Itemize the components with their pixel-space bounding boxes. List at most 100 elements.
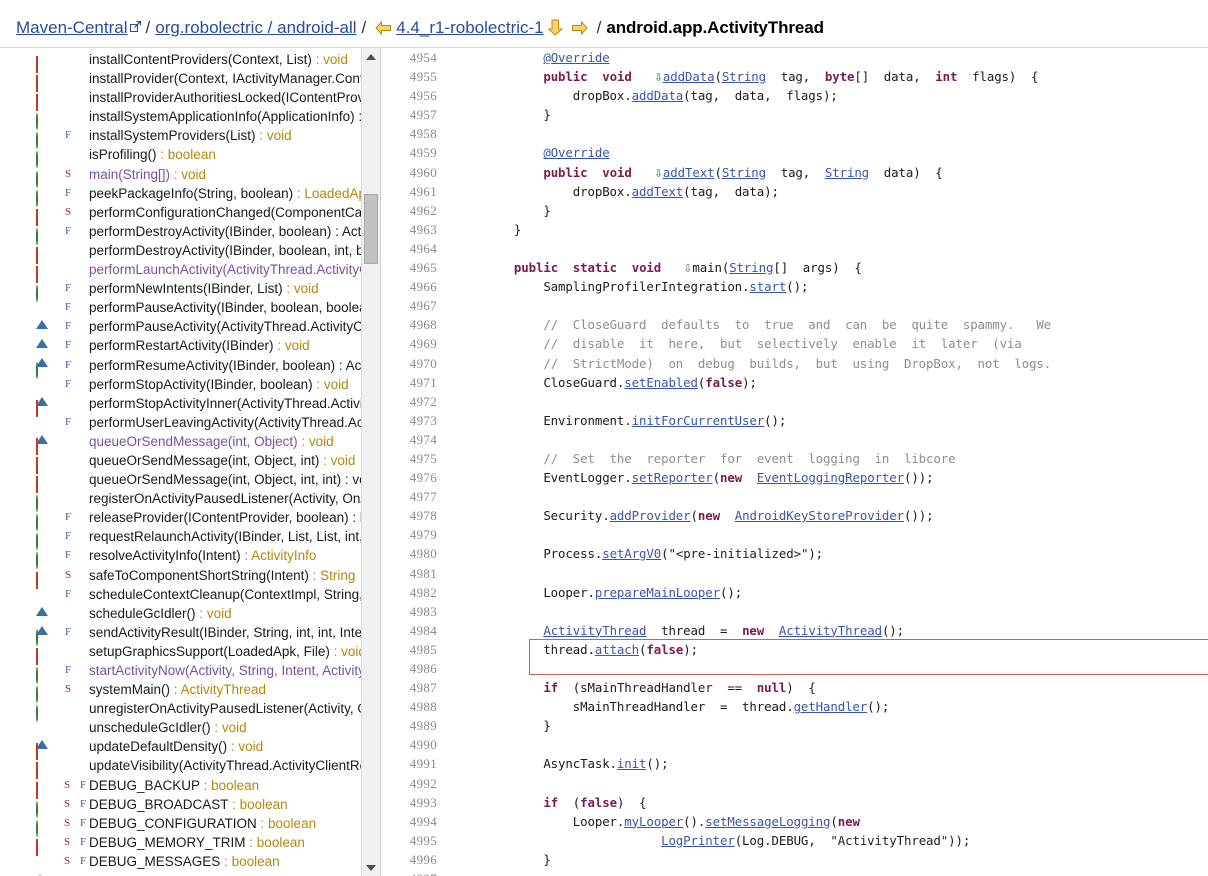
member-list-item[interactable]: registerOnActivityPausedListener(Activit… [0, 489, 362, 513]
member-list-item[interactable]: queueOrSendMessage(int, Object, int, int… [0, 470, 362, 494]
arrow-left-icon[interactable] [375, 20, 392, 41]
line-content[interactable]: // CloseGuard defaults to true and can b… [455, 315, 1051, 334]
line-content[interactable]: Security.addProvider(new AndroidKeyStore… [455, 506, 933, 525]
member-signature[interactable]: performDestroyActivity(IBinder, boolean)… [89, 222, 362, 241]
member-signature[interactable]: releaseProvider(IContentProvider, boolea… [89, 508, 362, 527]
member-list-item[interactable]: FstartActivityNow(Activity, String, Inte… [0, 661, 362, 684]
member-signature[interactable]: unscheduleGcIdler() : void [89, 718, 247, 737]
member-signature[interactable]: performStopActivity(IBinder, boolean) : … [89, 375, 349, 394]
member-list-item[interactable]: FperformNewIntents(IBinder, List) : void [0, 279, 362, 303]
member-list-item[interactable]: unregisterOnActivityPausedListener(Activ… [0, 699, 362, 723]
member-list-item[interactable]: SsafeToComponentShortString(Intent) : St… [0, 566, 362, 589]
member-signature[interactable]: performRestartActivity(IBinder) : void [89, 336, 310, 355]
member-signature[interactable]: performConfigurationChanged(ComponentCal… [89, 203, 362, 222]
member-signature[interactable]: performLaunchActivity(ActivityThread.Act… [89, 260, 362, 279]
line-content[interactable]: } [455, 850, 550, 869]
member-signature[interactable]: performPauseActivity(IBinder, boolean, b… [89, 298, 362, 317]
line-content[interactable]: public void ⇩addText(String tag, String … [455, 163, 942, 183]
line-content[interactable]: ActivityThread thread = new ActivityThre… [455, 621, 904, 640]
member-list-item[interactable]: FresolveActivityInfo(Intent) : ActivityI… [0, 546, 362, 570]
line-content[interactable]: public static void ⇩main(String[] args) … [455, 258, 862, 278]
member-signature[interactable]: systemMain() : ActivityThread [89, 680, 266, 699]
member-list-item[interactable]: FperformDestroyActivity(IBinder, boolean… [0, 222, 362, 245]
breadcrumb-repo-link[interactable]: Maven-Central [16, 18, 128, 37]
member-signature[interactable]: safeToComponentShortString(Intent) : Str… [89, 566, 355, 585]
member-signature[interactable]: performNewIntents(IBinder, List) : void [89, 279, 319, 298]
line-content[interactable]: sMainThreadHandler = thread.getHandler()… [455, 697, 890, 716]
member-list-item[interactable]: FperformStopActivity(IBinder, boolean) :… [0, 375, 362, 406]
member-list[interactable]: installContentProviders(Context, List) :… [0, 50, 362, 876]
line-content[interactable]: EventLogger.setReporter(new EventLogging… [455, 468, 933, 487]
line-content[interactable]: thread.attach(false); [455, 640, 698, 659]
member-list-item[interactable]: S F DEBUG_MEMORY_TRIM : boolean [0, 833, 362, 856]
arrow-down-icon[interactable] [546, 19, 563, 41]
member-list-item[interactable]: isProfiling() : boolean [0, 145, 362, 169]
line-content[interactable]: // disable it here, but selectively enab… [455, 334, 1021, 353]
member-list-item[interactable]: Smain(String[]) : void [0, 165, 362, 188]
member-list-item[interactable]: performDestroyActivity(IBinder, boolean,… [0, 241, 362, 264]
member-signature[interactable]: DEBUG_BROADCAST : boolean [89, 795, 288, 814]
member-list-item[interactable]: installProviderAuthoritiesLocked(IConten… [0, 88, 362, 112]
line-content[interactable]: } [455, 105, 550, 124]
breadcrumb-artifact-link[interactable]: org.robolectric / android-all [155, 18, 356, 37]
member-signature[interactable]: setupGraphicsSupport(LoadedApk, File) : … [89, 642, 362, 661]
member-list-item[interactable]: FperformUserLeavingActivity(ActivityThre… [0, 413, 362, 444]
line-content[interactable]: } [455, 716, 550, 735]
arrow-right-icon[interactable] [571, 20, 588, 41]
member-signature[interactable]: performUserLeavingActivity(ActivityThrea… [89, 413, 362, 432]
member-signature[interactable]: scheduleGcIdler() : void [89, 604, 232, 623]
member-signature[interactable]: performDestroyActivity(IBinder, boolean,… [89, 241, 362, 260]
member-list-item[interactable]: FreleaseProvider(IContentProvider, boole… [0, 508, 362, 532]
member-signature[interactable]: DEBUG_MESSAGES : boolean [89, 852, 280, 871]
member-signature[interactable]: DEBUG_CONFIGURATION : boolean [89, 814, 316, 833]
scroll-up-arrow-icon[interactable] [362, 48, 379, 65]
member-signature[interactable]: installContentProviders(Context, List) :… [89, 50, 348, 69]
line-content[interactable]: // Set the reporter for event logging in… [455, 449, 955, 468]
member-list-item[interactable]: performLaunchActivity(ActivityThread.Act… [0, 260, 362, 284]
member-list-item[interactable]: SsystemMain() : ActivityThread [0, 680, 362, 704]
member-signature[interactable]: resolveActivityInfo(Intent) : ActivityIn… [89, 546, 316, 565]
member-signature[interactable]: DEBUG_MEMORY_TRIM : boolean [89, 833, 305, 852]
member-signature[interactable]: updateVisibility(ActivityThread.Activity… [89, 756, 362, 775]
member-list-item[interactable]: FrequestRelaunchActivity(IBinder, List, … [0, 527, 362, 551]
member-signature[interactable]: queueOrSendMessage(int, Object, int, int… [89, 470, 362, 489]
member-signature[interactable]: performStopActivityInner(ActivityThread.… [89, 394, 362, 413]
member-signature[interactable]: installSystemProviders(List) : void [89, 126, 292, 145]
source-code-pane[interactable]: 4954 @Override 4955 public void ⇩addData(… [381, 48, 1208, 876]
line-content[interactable]: Looper.myLooper().setMessageLogging(new [455, 812, 860, 831]
line-content[interactable]: @Override [455, 143, 609, 162]
member-list-item[interactable]: FperformResumeActivity(IBinder, boolean)… [0, 356, 362, 379]
line-content[interactable]: } [455, 201, 550, 220]
member-list-item[interactable]: installSystemApplicationInfo(Application… [0, 107, 362, 131]
line-content[interactable]: if (false) { [455, 793, 646, 812]
member-signature[interactable]: requestRelaunchActivity(IBinder, List, L… [89, 527, 362, 546]
line-content[interactable]: Process.setArgV0("<pre-initialized>"); [455, 544, 823, 563]
member-signature[interactable]: performPauseActivity(ActivityThread.Acti… [89, 317, 362, 336]
member-signature[interactable]: DEBUG_BACKUP : boolean [89, 776, 259, 795]
member-signature[interactable]: isProfiling() : boolean [89, 145, 216, 164]
member-list-item[interactable]: FpeekPackageInfo(String, boolean) : Load… [0, 184, 362, 207]
member-list-item[interactable]: queueOrSendMessage(int, Object, int) : v… [0, 451, 362, 474]
line-content[interactable]: @Override [455, 48, 609, 67]
member-signature[interactable]: main(String[]) : void [89, 165, 206, 184]
scroll-thumb[interactable] [364, 194, 378, 264]
member-list-item[interactable]: FsendActivityResult(IBinder, String, int… [0, 623, 362, 646]
member-signature[interactable]: unregisterOnActivityPausedListener(Activ… [89, 699, 362, 718]
member-list-item[interactable]: S F DEBUG_MESSAGES : boolean [0, 852, 362, 876]
line-content[interactable]: SamplingProfilerIntegration.start(); [455, 277, 808, 296]
member-signature[interactable]: installSystemApplicationInfo(Application… [89, 107, 362, 126]
member-list-item[interactable]: FperformPauseActivity(IBinder, boolean, … [0, 298, 362, 330]
member-list-item[interactable]: updateVisibility(ActivityThread.Activity… [0, 756, 362, 780]
member-signature[interactable]: queueOrSendMessage(int, Object) : void [89, 432, 334, 451]
member-signature[interactable]: registerOnActivityPausedListener(Activit… [89, 489, 362, 508]
member-list-item[interactable]: installContentProviders(Context, List) :… [0, 50, 362, 73]
line-content[interactable]: dropBox.addText(tag, data); [455, 182, 779, 201]
member-list-item[interactable]: unscheduleGcIdler() : void [0, 718, 362, 750]
line-content[interactable]: if (sMainThreadHandler == null) { [455, 678, 815, 697]
member-list-item[interactable]: installProvider(Context, IActivityManage… [0, 69, 362, 93]
member-list-item[interactable]: queueOrSendMessage(int, Object) : void [0, 432, 362, 455]
line-content[interactable]: Environment.initForCurrentUser(); [455, 411, 786, 430]
line-content[interactable]: } [455, 220, 521, 239]
line-content[interactable]: Looper.prepareMainLooper(); [455, 583, 742, 602]
member-list-item[interactable]: performStopActivityInner(ActivityThread.… [0, 394, 362, 417]
